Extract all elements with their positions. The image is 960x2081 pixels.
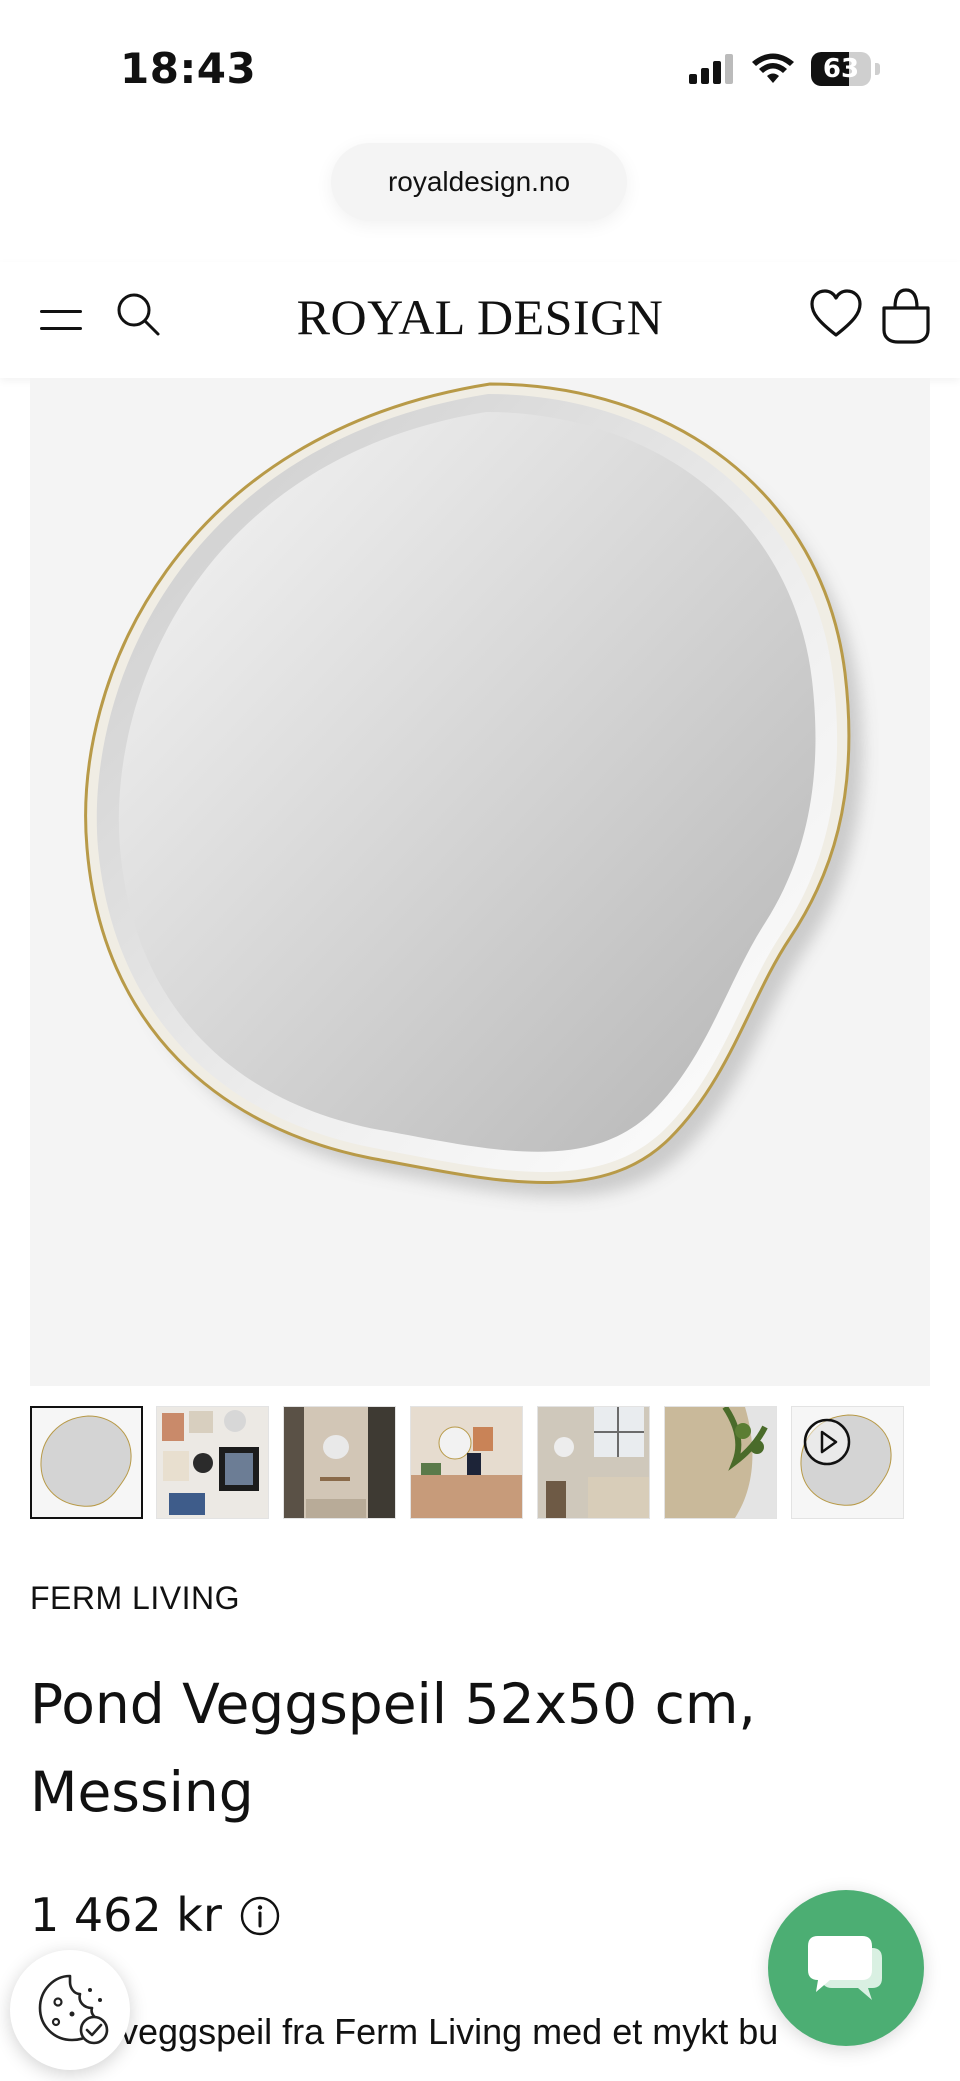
price-info-button[interactable] bbox=[240, 1896, 280, 1936]
status-bar: 18:43 63 bbox=[0, 0, 960, 130]
cookie-icon bbox=[38, 1974, 109, 2045]
thumbnail-1[interactable] bbox=[30, 1406, 143, 1519]
thumbnail-strip bbox=[30, 1406, 930, 1522]
thumbnail-4[interactable] bbox=[410, 1406, 523, 1519]
menu-button[interactable] bbox=[36, 298, 84, 342]
thumbnail-sideboard-image bbox=[411, 1407, 522, 1518]
thumbnail-3[interactable] bbox=[283, 1406, 396, 1519]
chat-button[interactable] bbox=[768, 1890, 924, 2046]
thumbnail-plant-image bbox=[665, 1407, 776, 1518]
mirror-image bbox=[84, 382, 863, 1197]
thumbnail-mirror-image bbox=[32, 1408, 141, 1517]
cart-button[interactable] bbox=[878, 286, 934, 346]
product-brand-link[interactable]: FERM LIVING bbox=[30, 1580, 240, 1617]
thumbnail-hallway-image bbox=[284, 1407, 395, 1518]
thumbnail-5[interactable] bbox=[537, 1406, 650, 1519]
info-icon bbox=[240, 1896, 280, 1936]
product-page: 18:43 63 royaldesign.no ROYAL DESIGN FER… bbox=[0, 0, 960, 2081]
chat-icon bbox=[808, 1936, 882, 2000]
product-title: Pond Veggspeil 52x50 cm, Messing bbox=[30, 1672, 756, 1824]
thumbnail-6[interactable] bbox=[664, 1406, 777, 1519]
shopping-bag-icon bbox=[882, 288, 930, 344]
search-icon bbox=[117, 293, 160, 336]
thumbnail-7-video[interactable] bbox=[791, 1406, 904, 1519]
play-icon bbox=[803, 1418, 851, 1466]
product-description-text: veggspeil fra Ferm Living med et mykt bu bbox=[120, 2011, 779, 2052]
browser-url-bar[interactable]: royaldesign.no bbox=[331, 143, 627, 221]
status-time: 18:43 bbox=[120, 44, 257, 93]
cellular-signal-icon bbox=[689, 54, 733, 84]
search-button[interactable] bbox=[114, 290, 164, 340]
cookie-settings-button[interactable] bbox=[10, 1950, 130, 2070]
battery-indicator: 63 bbox=[811, 52, 871, 86]
battery-level: 63 bbox=[822, 54, 860, 84]
site-header: ROYAL DESIGN bbox=[0, 262, 960, 378]
thumbnail-gallery-wall-image bbox=[157, 1407, 268, 1518]
product-price: 1 462 kr bbox=[30, 1888, 222, 1942]
product-main-image[interactable] bbox=[30, 378, 930, 1386]
wifi-icon bbox=[752, 53, 794, 83]
wishlist-button[interactable] bbox=[808, 286, 864, 342]
site-logo[interactable]: ROYAL DESIGN bbox=[240, 288, 720, 346]
status-icons: 63 bbox=[689, 52, 880, 86]
thumbnail-2[interactable] bbox=[156, 1406, 269, 1519]
battery-cap bbox=[875, 63, 880, 75]
heart-icon bbox=[810, 289, 862, 337]
thumbnail-living-room-image bbox=[538, 1407, 649, 1518]
